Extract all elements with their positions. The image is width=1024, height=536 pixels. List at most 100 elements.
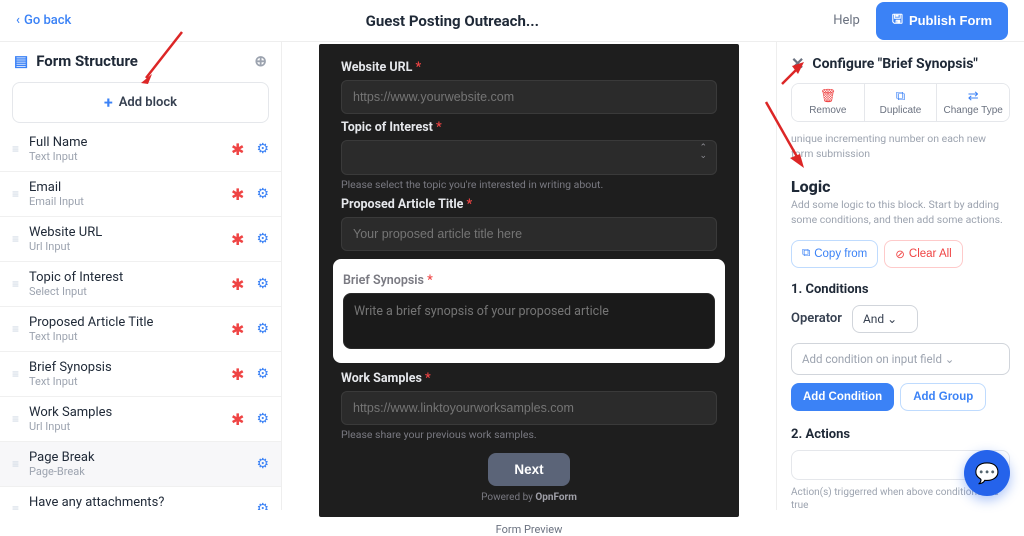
powered-by: Powered by OpnForm: [341, 492, 717, 503]
publish-label: Publish Form: [909, 13, 992, 28]
go-back-label: Go back: [24, 13, 71, 28]
form-structure-panel: ▤ Form Structure ⊕ + Add block ≡Full Nam…: [0, 42, 282, 510]
add-group-button[interactable]: Add Group: [900, 383, 986, 411]
operator-select[interactable]: And ⌄: [852, 305, 918, 333]
block-subtype: Url Input: [29, 420, 231, 433]
required-icon: ✱: [231, 365, 244, 384]
form-preview-panel: Website URL * Topic of Interest * Please…: [282, 42, 776, 510]
change-type-button[interactable]: ⇄Change Type: [937, 84, 1009, 121]
synopsis-highlight: Brief Synopsis *: [333, 259, 725, 363]
block-subtype: Text Input: [29, 375, 231, 388]
block-item[interactable]: ≡ Website URLUrl Input✱ ⚙: [0, 217, 281, 262]
drag-handle-icon[interactable]: ≡: [12, 502, 19, 510]
drag-handle-icon[interactable]: ≡: [12, 187, 19, 201]
drag-handle-icon[interactable]: ≡: [12, 232, 19, 246]
block-item[interactable]: ≡Page BreakPage-Break⚙: [0, 442, 281, 487]
config-hint: unique incrementing number on each new f…: [791, 132, 1010, 161]
block-subtype: Text Input: [29, 150, 231, 163]
operator-row: Operator And ⌄: [791, 305, 1010, 333]
block-title: Have any attachments?: [29, 495, 256, 510]
website-input[interactable]: [341, 80, 717, 114]
block-item[interactable]: ≡Have any attachments?Files Input⚙: [0, 487, 281, 510]
drag-handle-icon[interactable]: ≡: [12, 322, 19, 336]
drag-handle-icon[interactable]: ≡: [12, 367, 19, 381]
actions-heading: 2. Actions: [791, 427, 1010, 442]
block-subtype: Page-Break: [29, 465, 256, 478]
copy-icon: ⧉: [867, 88, 935, 104]
gear-icon[interactable]: ⚙: [256, 456, 269, 472]
gear-icon[interactable]: ⚙: [256, 141, 269, 157]
collapse-icon[interactable]: ⊕: [254, 52, 267, 70]
form-canvas: Website URL * Topic of Interest * Please…: [319, 44, 739, 517]
config-heading: ✕ Configure "Brief Synopsis": [791, 54, 1010, 73]
synopsis-textarea[interactable]: [343, 293, 715, 349]
drag-handle-icon[interactable]: ≡: [12, 277, 19, 291]
block-item[interactable]: ≡Proposed Article TitleText Input✱⚙: [0, 307, 281, 352]
help-link[interactable]: Help: [833, 13, 860, 28]
block-title: Website URL: [29, 225, 231, 240]
go-back-link[interactable]: ‹ Go back: [16, 13, 71, 28]
add-block-button[interactable]: + Add block: [12, 82, 269, 123]
remove-button[interactable]: 🗑Remove: [792, 84, 865, 121]
block-item[interactable]: ≡ Topic of InterestSelect Input✱ ⚙: [0, 262, 281, 307]
trash-icon: 🗑: [794, 88, 862, 104]
field-label-synopsis: Brief Synopsis *: [343, 273, 715, 288]
gear-icon[interactable]: ⚙: [256, 186, 269, 202]
drag-handle-icon[interactable]: ≡: [12, 457, 19, 471]
chat-icon: 💬: [975, 461, 1000, 485]
gear-icon[interactable]: ⚙: [256, 366, 269, 382]
block-list: ≡Full NameText Input✱⚙≡EmailEmail Input✱…: [0, 127, 281, 510]
config-panel: ✕ Configure "Brief Synopsis" 🗑Remove ⧉Du…: [776, 42, 1024, 510]
drag-handle-icon[interactable]: ≡: [12, 412, 19, 426]
article-input[interactable]: [341, 217, 717, 251]
close-icon[interactable]: ✕: [791, 54, 804, 73]
samples-input[interactable]: [341, 391, 717, 425]
next-button[interactable]: Next: [488, 453, 569, 486]
clear-all-button[interactable]: ⊘Clear All: [884, 240, 962, 268]
samples-helper: Please share your previous work samples.: [341, 428, 717, 441]
block-title: Brief Synopsis: [29, 360, 231, 375]
blocks-icon: ▤: [14, 52, 28, 70]
conditions-heading: 1. Conditions: [791, 282, 1010, 297]
field-label-samples: Work Samples *: [341, 371, 717, 386]
required-icon: ✱: [231, 320, 244, 339]
config-action-row: 🗑Remove ⧉Duplicate ⇄Change Type: [791, 83, 1010, 122]
block-subtype: Url Input: [29, 240, 231, 253]
block-title: Email: [29, 180, 231, 195]
plus-icon: +: [104, 93, 113, 112]
add-condition-button[interactable]: Add Condition: [791, 383, 894, 411]
swap-icon: ⇄: [939, 88, 1007, 104]
block-title: Topic of Interest: [29, 270, 231, 285]
duplicate-button[interactable]: ⧉Duplicate: [865, 84, 938, 121]
required-icon: ✱: [231, 185, 244, 204]
block-subtype: Select Input: [29, 285, 231, 298]
block-item[interactable]: ≡ Brief SynopsisText Input✱ ⚙: [0, 352, 281, 397]
required-icon: ✱: [231, 275, 244, 294]
field-label-website: Website URL *: [341, 60, 717, 75]
required-icon: ✱: [231, 230, 244, 249]
field-label-article: Proposed Article Title *: [341, 197, 717, 212]
block-title: Proposed Article Title: [29, 315, 231, 330]
logic-sub: Add some logic to this block. Start by a…: [791, 198, 1010, 227]
copy-icon: ⧉: [802, 247, 810, 260]
logic-heading: Logic: [791, 177, 1010, 196]
block-item[interactable]: ≡Full NameText Input✱⚙: [0, 127, 281, 172]
structure-heading: ▤ Form Structure ⊕: [0, 42, 281, 78]
gear-icon[interactable]: ⚙: [256, 276, 269, 292]
app-header: ‹ Go back Guest Posting Outreach... Help…: [0, 0, 1024, 42]
drag-handle-icon[interactable]: ≡: [12, 142, 19, 156]
gear-icon[interactable]: ⚙: [256, 321, 269, 337]
block-item[interactable]: ≡EmailEmail Input✱⚙: [0, 172, 281, 217]
copy-from-button[interactable]: ⧉Copy from: [791, 240, 878, 268]
gear-icon[interactable]: ⚙: [256, 231, 269, 247]
preview-caption: Form Preview: [496, 523, 563, 536]
publish-button[interactable]: 🖫 Publish Form: [876, 2, 1008, 40]
page-title: Guest Posting Outreach...: [71, 12, 833, 30]
chat-fab[interactable]: 💬: [964, 450, 1010, 496]
topic-select[interactable]: [341, 140, 717, 175]
clear-icon: ⊘: [895, 247, 905, 261]
condition-field-select[interactable]: Add condition on input field ⌄: [791, 343, 1010, 375]
gear-icon[interactable]: ⚙: [256, 501, 269, 510]
block-item[interactable]: ≡Work SamplesUrl Input✱⚙: [0, 397, 281, 442]
gear-icon[interactable]: ⚙: [256, 411, 269, 427]
